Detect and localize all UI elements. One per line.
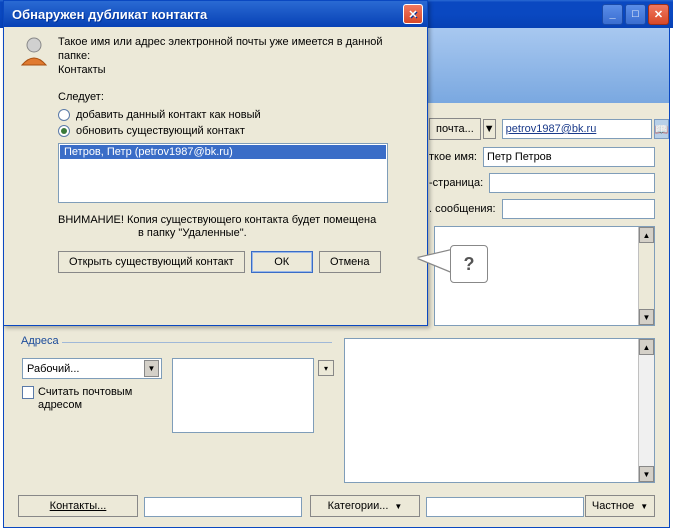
email-dropdown-button[interactable]: ▼ [483, 119, 496, 139]
dialog-warning-line1: ВНИМАНИЕ! Копия существующего контакта б… [58, 213, 413, 227]
email-input[interactable] [502, 119, 652, 139]
contacts-input[interactable] [144, 497, 302, 517]
dialog-message-line1: Такое имя или адрес электронной почты уж… [58, 35, 413, 63]
option-update-existing[interactable]: обновить существующий контакт [58, 125, 413, 137]
notes-textarea[interactable]: ▲ ▼ [344, 338, 655, 483]
display-name-label: ткое имя: [429, 151, 477, 163]
address-type-combo[interactable]: Рабочий... ▼ [22, 358, 162, 379]
dialog-close-button[interactable]: ✕ [403, 4, 423, 24]
chevron-down-icon: ▾ [324, 364, 328, 373]
dialog-warning-line2: в папку "Удаленные". [138, 227, 413, 239]
scroll-up-icon[interactable]: ▲ [639, 339, 654, 355]
book-icon: 📖 [655, 123, 669, 136]
address-textarea[interactable] [172, 358, 314, 433]
address-type-value: Рабочий... [27, 363, 79, 375]
chevron-down-icon: ▼ [144, 360, 159, 377]
im-address-label: . сообщения: [429, 203, 496, 215]
display-name-input[interactable] [483, 147, 655, 167]
help-callout-tail [418, 250, 452, 272]
email-label-button[interactable]: почта... [429, 118, 481, 140]
open-existing-button[interactable]: Открыть существующий контакт [58, 251, 245, 273]
option-update-existing-label: обновить существующий контакт [76, 125, 245, 137]
duplicate-contact-dialog: Обнаружен дубликат контакта ✕ Такое имя … [3, 0, 428, 326]
notes-scrollbar[interactable]: ▲ ▼ [638, 339, 654, 482]
option-add-new-label: добавить данный контакт как новый [76, 109, 261, 121]
addresses-legend: Адреса [18, 335, 62, 347]
mailing-address-label: Считать почтовым адресом [38, 386, 167, 412]
address-book-button[interactable]: 📖 [654, 119, 670, 139]
ok-button[interactable]: ОК [251, 251, 313, 273]
minimize-button[interactable]: _ [602, 4, 623, 25]
dialog-titlebar: Обнаружен дубликат контакта ✕ [4, 1, 427, 27]
dialog-title: Обнаружен дубликат контакта [12, 7, 207, 22]
webpage-input[interactable] [489, 173, 655, 193]
scroll-down-icon[interactable]: ▼ [639, 466, 654, 482]
help-callout[interactable]: ? [450, 245, 488, 283]
dialog-message-line2: Контакты [58, 63, 413, 77]
contacts-button[interactable]: Контакты... [18, 495, 138, 517]
contact-warning-icon [18, 35, 50, 67]
cancel-button[interactable]: Отмена [319, 251, 381, 273]
option-add-new[interactable]: добавить данный контакт как новый [58, 109, 413, 121]
im-address-input[interactable] [502, 199, 655, 219]
categories-button[interactable]: Категории...▼ [310, 495, 420, 517]
categories-input[interactable] [426, 497, 584, 517]
maximize-button[interactable]: □ [625, 4, 646, 25]
private-button[interactable]: Частное▼ [585, 495, 655, 517]
duplicate-list-item[interactable]: Петров, Петр (petrov1987@bk.ru) [60, 145, 386, 159]
webpage-label: -страница: [429, 177, 483, 189]
scroll-down-icon[interactable]: ▼ [639, 309, 654, 325]
dialog-prompt: Следует: [58, 91, 413, 103]
radio-add-new[interactable] [58, 109, 70, 121]
duplicate-list[interactable]: Петров, Петр (petrov1987@bk.ru) [58, 143, 388, 203]
chevron-down-icon: ▼ [484, 123, 495, 135]
mailing-address-checkbox[interactable] [22, 386, 34, 399]
scroll-up-icon[interactable]: ▲ [639, 227, 654, 243]
radio-update-existing[interactable] [58, 125, 70, 137]
details-scrollbar[interactable]: ▲ ▼ [638, 227, 654, 325]
address-popup-button[interactable]: ▾ [318, 360, 334, 376]
question-icon: ? [464, 254, 475, 275]
close-button[interactable]: ✕ [648, 4, 669, 25]
